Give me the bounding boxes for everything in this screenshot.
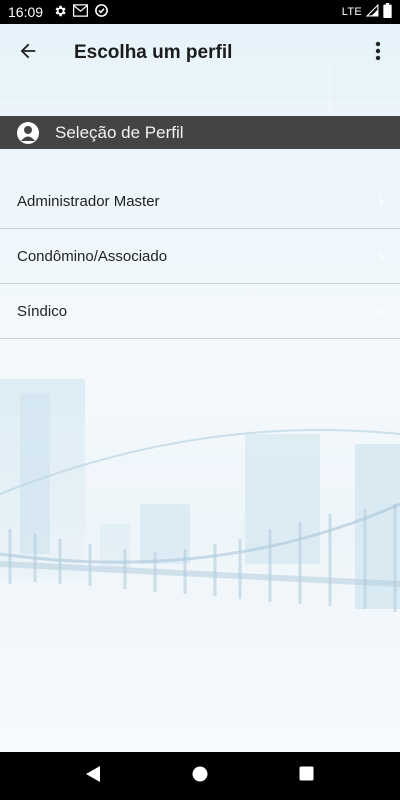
arrow-back-icon (17, 40, 39, 67)
nav-recents-button[interactable] (282, 752, 332, 800)
profile-item-sindico[interactable]: Síndico › (0, 284, 400, 339)
network-type: LTE (341, 6, 362, 18)
section-title: Seleção de Perfil (55, 122, 184, 142)
nav-back-button[interactable] (68, 752, 118, 800)
chevron-right-icon: › (378, 245, 384, 266)
recents-square-icon (299, 766, 314, 786)
profile-item-condomino-associado[interactable]: Condômino/Associado › (0, 229, 400, 284)
app-bar: Escolha um perfil (0, 24, 400, 82)
system-nav-bar (0, 752, 400, 800)
more-vert-icon (375, 41, 381, 66)
signal-icon (365, 3, 379, 20)
profile-label: Administrador Master (17, 192, 160, 210)
nav-home-button[interactable] (175, 752, 225, 800)
page-title: Escolha um perfil (74, 42, 233, 63)
status-bar: 16:09 LTE (0, 0, 400, 24)
gear-icon (53, 4, 67, 21)
profile-label: Síndico (17, 302, 68, 320)
data-saver-icon (94, 3, 109, 21)
profile-item-administrador-master[interactable]: Administrador Master › (0, 174, 400, 229)
home-circle-icon (192, 766, 208, 787)
section-header: Seleção de Perfil (0, 116, 400, 149)
gmail-icon (73, 4, 89, 20)
chevron-right-icon: › (378, 190, 384, 211)
battery-icon (383, 3, 392, 21)
chevron-right-icon: › (378, 300, 384, 321)
overflow-menu-button[interactable] (356, 25, 400, 81)
person-icon (17, 121, 39, 144)
profile-list: Administrador Master › Condômino/Associa… (0, 174, 400, 339)
profile-label: Condômino/Associado (17, 247, 168, 265)
back-button[interactable] (0, 25, 56, 81)
back-triangle-icon (85, 765, 101, 788)
status-time: 16:09 (8, 4, 44, 20)
